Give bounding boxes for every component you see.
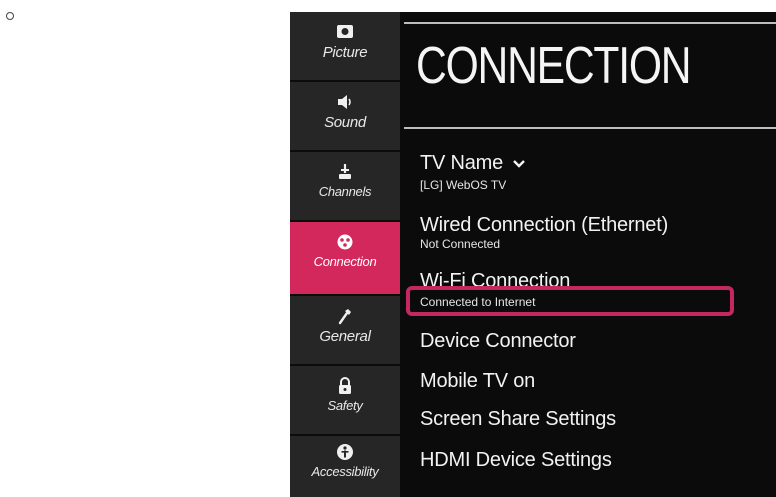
sidebar-item-label: Channels xyxy=(318,184,372,199)
bullet-marker xyxy=(6,12,14,20)
sidebar-item-label: General xyxy=(319,328,371,345)
tv-settings-screen: Picture Sound Channels Connection Genera… xyxy=(290,12,776,497)
settings-sidebar: Picture Sound Channels Connection Genera… xyxy=(290,12,400,497)
chevron-down-icon xyxy=(513,159,526,168)
menu-item-wired-connection[interactable]: Wired Connection (Ethernet) xyxy=(420,214,668,237)
connection-panel: CONNECTION TV Name [LG] WebOS TV Wired C… xyxy=(404,12,776,497)
menu-item-screen-share-settings[interactable]: Screen Share Settings xyxy=(420,408,616,431)
menu-item-device-connector[interactable]: Device Connector xyxy=(420,330,576,353)
title-divider xyxy=(404,127,776,129)
menu-item-value: [LG] WebOS TV xyxy=(420,178,507,192)
connection-icon xyxy=(337,234,353,250)
sidebar-item-connection[interactable]: Connection xyxy=(290,222,400,294)
menu-item-mobile-tv-on[interactable]: Mobile TV on xyxy=(420,370,535,393)
lock-icon xyxy=(339,377,351,394)
sidebar-item-label: Safety xyxy=(327,398,363,413)
sidebar-item-accessibility[interactable]: Accessibility xyxy=(290,436,400,497)
menu-item-label: TV Name xyxy=(420,152,504,174)
picture-icon xyxy=(337,25,353,38)
antenna-icon xyxy=(339,164,351,179)
wrench-icon xyxy=(338,309,351,325)
sidebar-item-sound[interactable]: Sound xyxy=(290,82,400,150)
sidebar-item-label: Accessibility xyxy=(311,464,379,479)
sidebar-item-label: Sound xyxy=(324,114,366,131)
menu-item-value: Not Connected xyxy=(420,237,501,251)
top-divider xyxy=(404,22,776,24)
accessibility-icon xyxy=(337,444,353,460)
page-title: CONNECTION xyxy=(416,37,692,95)
highlight-box xyxy=(406,286,734,316)
sidebar-item-general[interactable]: General xyxy=(290,296,400,364)
menu-item-tv-name[interactable]: TV Name xyxy=(420,152,526,175)
speaker-icon xyxy=(338,95,351,109)
sidebar-item-channels[interactable]: Channels xyxy=(290,152,400,220)
sidebar-item-picture[interactable]: Picture xyxy=(290,12,400,80)
sidebar-item-label: Connection xyxy=(313,254,377,269)
menu-item-hdmi-device-settings[interactable]: HDMI Device Settings xyxy=(420,449,612,472)
sidebar-item-safety[interactable]: Safety xyxy=(290,366,400,434)
sidebar-item-label: Picture xyxy=(322,44,368,61)
